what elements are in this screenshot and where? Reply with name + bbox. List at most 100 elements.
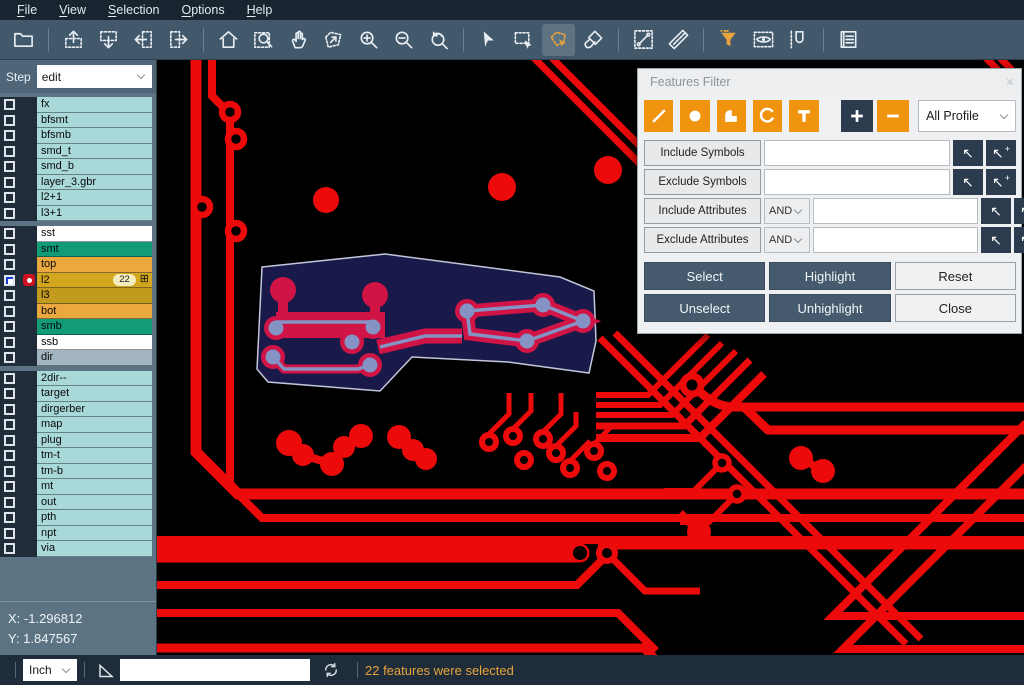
close-icon[interactable]: ✕: [999, 76, 1021, 89]
layer-name-mt[interactable]: mt: [37, 479, 152, 495]
measure-line-button[interactable]: [627, 24, 660, 56]
layer-name-dirgerber[interactable]: dirgerber: [37, 402, 152, 418]
layer-name-plug[interactable]: plug: [37, 433, 152, 449]
highlight-button[interactable]: Highlight: [769, 262, 890, 290]
layer-checkbox-smd_b[interactable]: [4, 161, 15, 172]
layer-checkbox-fx[interactable]: [4, 99, 15, 110]
report-button[interactable]: [832, 24, 865, 56]
menu-help[interactable]: Help: [236, 0, 284, 20]
unselect-button[interactable]: Unselect: [644, 294, 765, 322]
layer-checkbox-out[interactable]: [4, 497, 15, 508]
layer-checkbox-bfsmt[interactable]: [4, 115, 15, 126]
snap-button[interactable]: [782, 24, 815, 56]
angle-measure-icon[interactable]: [96, 660, 116, 680]
include-attributes-input[interactable]: [813, 198, 978, 224]
remove-icon[interactable]: [877, 100, 909, 132]
include-symbols-input[interactable]: [764, 140, 950, 166]
zoom-out-button[interactable]: [387, 24, 420, 56]
menu-file[interactable]: File: [6, 0, 48, 20]
clean-brush-button[interactable]: [577, 24, 610, 56]
selected-region[interactable]: [257, 254, 596, 391]
layer-name-via[interactable]: via: [37, 541, 152, 557]
select-button[interactable]: Select: [644, 262, 765, 290]
pick-attribute-button[interactable]: ↖: [981, 198, 1011, 224]
layer-name-target[interactable]: target: [37, 386, 152, 402]
step-select[interactable]: edit: [37, 65, 152, 88]
layer-checkbox-tm-t[interactable]: [4, 450, 15, 461]
menu-view[interactable]: View: [48, 0, 97, 20]
refresh-icon[interactable]: [322, 661, 340, 679]
open-file-button[interactable]: [7, 24, 40, 56]
active-layer-indicator[interactable]: [23, 274, 35, 286]
pick-symbol-button[interactable]: ↖: [953, 140, 983, 166]
layer-checkbox-bot[interactable]: [4, 306, 15, 317]
features-filter-button[interactable]: [712, 24, 745, 56]
layer-name-pth[interactable]: pth: [37, 510, 152, 526]
layer-name-map[interactable]: map: [37, 417, 152, 433]
pan-right-button[interactable]: [162, 24, 195, 56]
zoom-in-button[interactable]: [352, 24, 385, 56]
layer-checkbox-smb[interactable]: [4, 321, 15, 332]
layer-checkbox-plug[interactable]: [4, 435, 15, 446]
layer-name-dir[interactable]: dir: [37, 350, 152, 366]
profile-select[interactable]: All Profile: [918, 100, 1016, 132]
layer-checkbox-tm-b[interactable]: [4, 466, 15, 477]
layer-checkbox-bfsmb[interactable]: [4, 130, 15, 141]
pick-add-symbol-button[interactable]: ↖+: [986, 140, 1016, 166]
exclude-attributes-logic-select[interactable]: AND: [764, 227, 810, 253]
pan-down-button[interactable]: [92, 24, 125, 56]
layer-name-2dir--[interactable]: 2dir--: [37, 371, 152, 387]
layer-checkbox-dir[interactable]: [4, 352, 15, 363]
layer-name-l3+1[interactable]: l3+1: [37, 206, 152, 222]
command-input[interactable]: [120, 659, 310, 681]
include-attributes-button[interactable]: Include Attributes: [644, 198, 761, 224]
layer-name-layer_3.gbr[interactable]: layer_3.gbr: [37, 175, 152, 191]
layer-checkbox-layer_3.gbr[interactable]: [4, 177, 15, 188]
reset-button[interactable]: Reset: [895, 262, 1016, 290]
layer-name-smd_b[interactable]: smd_b: [37, 159, 152, 175]
zoom-previous-button[interactable]: [422, 24, 455, 56]
add-icon[interactable]: [841, 100, 873, 132]
layer-name-bot[interactable]: bot: [37, 304, 152, 320]
text-icon[interactable]: [789, 100, 818, 132]
layer-checkbox-map[interactable]: [4, 419, 15, 430]
menu-selection[interactable]: Selection: [97, 0, 170, 20]
pad-icon[interactable]: [680, 100, 709, 132]
layer-checkbox-mt[interactable]: [4, 481, 15, 492]
layer-name-tm-b[interactable]: tm-b: [37, 464, 152, 480]
layer-checkbox-l2+1[interactable]: [4, 192, 15, 203]
layer-name-ssb[interactable]: ssb: [37, 335, 152, 351]
surface-icon[interactable]: [717, 100, 746, 132]
layer-name-fx[interactable]: fx: [37, 97, 152, 113]
layer-name-tm-t[interactable]: tm-t: [37, 448, 152, 464]
layer-checkbox-npt[interactable]: [4, 528, 15, 539]
layer-name-smb[interactable]: smb: [37, 319, 152, 335]
exclude-symbols-button[interactable]: Exclude Symbols: [644, 169, 761, 195]
pick-symbol-button[interactable]: ↖: [953, 169, 983, 195]
pick-add-attribute-button[interactable]: ↖+: [1014, 198, 1024, 224]
menu-options[interactable]: Options: [170, 0, 235, 20]
layer-name-smd_t[interactable]: smd_t: [37, 144, 152, 160]
pan-hand-button[interactable]: [282, 24, 315, 56]
exclude-attributes-button[interactable]: Exclude Attributes: [644, 227, 761, 253]
zoom-object-button[interactable]: [317, 24, 350, 56]
layer-checkbox-dirgerber[interactable]: [4, 404, 15, 415]
layer-checkbox-l3[interactable]: [4, 290, 15, 301]
layer-name-npt[interactable]: npt: [37, 526, 152, 542]
layer-name-l2+1[interactable]: l2+1: [37, 190, 152, 206]
layer-checkbox-top[interactable]: [4, 259, 15, 270]
measure-ruler-button[interactable]: [662, 24, 695, 56]
layer-name-top[interactable]: top: [37, 257, 152, 273]
units-select[interactable]: Inch: [23, 659, 77, 681]
line-icon[interactable]: [644, 100, 673, 132]
layer-name-bfsmb[interactable]: bfsmb: [37, 128, 152, 144]
select-cursor-button[interactable]: [472, 24, 505, 56]
layer-checkbox-2dir--[interactable]: [4, 373, 15, 384]
exclude-symbols-input[interactable]: [764, 169, 950, 195]
layer-name-out[interactable]: out: [37, 495, 152, 511]
close-button[interactable]: Close: [895, 294, 1016, 322]
include-symbols-button[interactable]: Include Symbols: [644, 140, 761, 166]
layer-checkbox-smd_t[interactable]: [4, 146, 15, 157]
layer-checkbox-sst[interactable]: [4, 228, 15, 239]
include-attributes-logic-select[interactable]: AND: [764, 198, 810, 224]
